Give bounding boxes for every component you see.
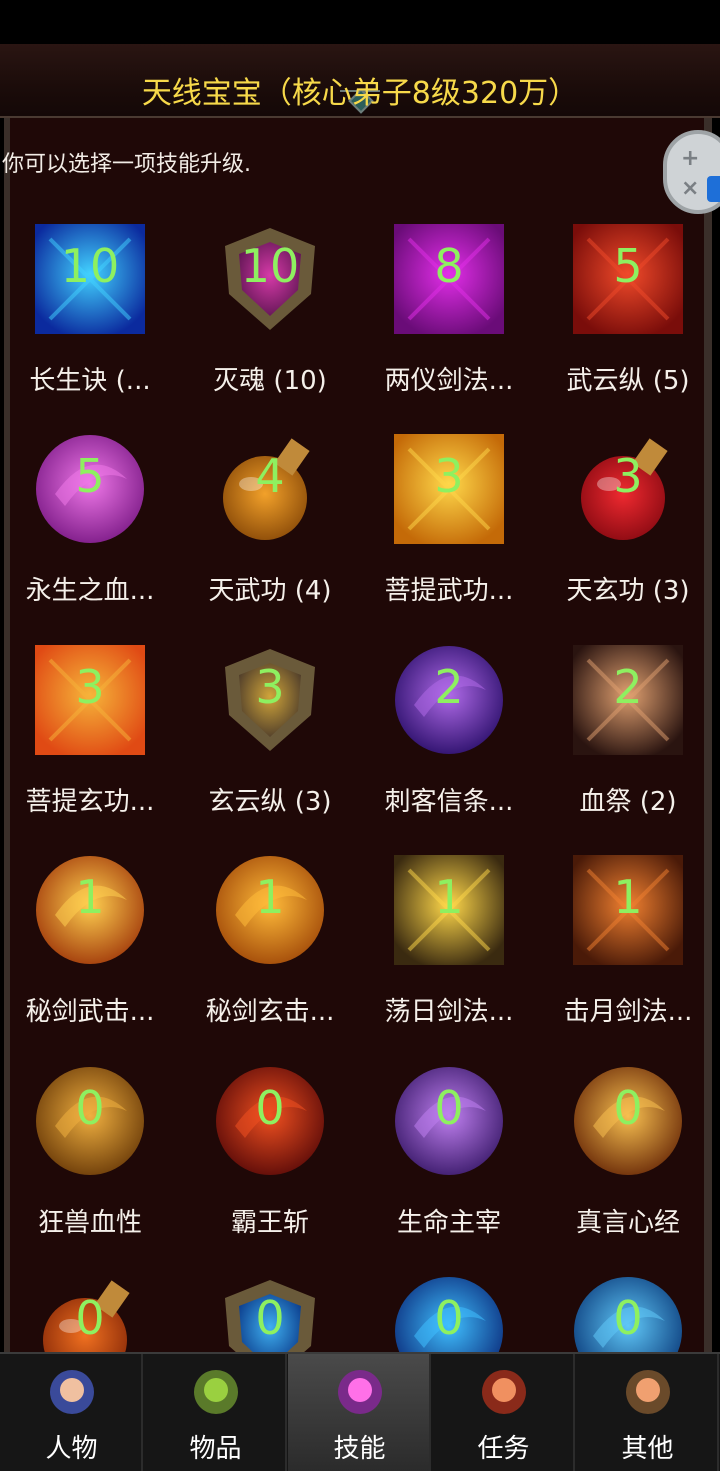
skill-level: 4 — [255, 449, 285, 503]
skill-level: 10 — [60, 239, 120, 293]
bottom-tab-bar: 人物 物品 技能 任务 其他 — [0, 1352, 720, 1471]
skill-slot[interactable]: 3 玄云纵 (3) — [180, 645, 360, 855]
skill-name: 击月剑法... — [563, 997, 693, 1027]
skill-level: 0 — [255, 1081, 285, 1135]
skill-level: 3 — [255, 660, 285, 714]
skill-level: 0 — [434, 1291, 464, 1345]
skill-name: 玄云纵 (3) — [208, 787, 332, 817]
skill-slot[interactable]: 3 菩提武功... — [359, 434, 539, 644]
tab-label: 人物 — [45, 1434, 98, 1464]
skill-name: 血祭 (2) — [579, 787, 677, 817]
skill-slot[interactable]: 0 霸王斩 — [180, 1066, 360, 1276]
skill-name: 秘剑玄击... — [205, 997, 335, 1027]
skill-slot[interactable]: 1 秘剑玄击... — [180, 855, 360, 1065]
upgrade-hint: 你可以选择一项技能升级. — [2, 152, 251, 177]
skill-level: 0 — [255, 1291, 285, 1345]
skill-slot[interactable]: 4 天武功 (4) — [180, 434, 360, 644]
page-title: 天线宝宝（核心弟子8级320万） — [141, 76, 579, 111]
tab-label: 其他 — [621, 1434, 674, 1464]
floating-zoom-button[interactable]: + × — [663, 130, 720, 214]
tab-0[interactable]: 人物 — [0, 1354, 143, 1471]
skill-level: 0 — [434, 1081, 464, 1135]
skill-level: 1 — [434, 870, 464, 924]
skill-level: 2 — [434, 660, 464, 714]
skill-slot[interactable]: 0 — [538, 1276, 718, 1352]
quest-scroll-icon — [478, 1362, 530, 1424]
skill-orb-icon — [334, 1362, 386, 1424]
skill-name: 永生之血... — [25, 576, 155, 606]
skill-slot[interactable]: 5 永生之血... — [0, 434, 180, 644]
skill-slot[interactable]: 0 — [359, 1276, 539, 1352]
skill-name: 天玄功 (3) — [566, 576, 690, 606]
skill-level: 2 — [613, 660, 643, 714]
skill-slot[interactable]: 5 武云纵 (5) — [538, 224, 718, 434]
skill-name: 霸王斩 — [230, 1208, 309, 1238]
skill-name: 天武功 (4) — [208, 576, 332, 606]
skill-slot[interactable]: 10 长生诀 (... — [0, 224, 180, 434]
skill-slot[interactable]: 0 生命主宰 — [359, 1066, 539, 1276]
skill-level: 3 — [613, 449, 643, 503]
skill-name: 刺客信条... — [384, 787, 514, 817]
skill-level: 5 — [75, 449, 105, 503]
skill-level: 10 — [240, 239, 300, 293]
skill-slot[interactable]: 1 荡日剑法... — [359, 855, 539, 1065]
tools-icon — [622, 1362, 674, 1424]
skill-name: 菩提玄功... — [25, 787, 155, 817]
skill-name: 长生诀 (... — [29, 366, 151, 396]
skill-level: 1 — [75, 870, 105, 924]
skill-slot[interactable]: 10 灭魂 (10) — [180, 224, 360, 434]
skill-name: 荡日剑法... — [384, 997, 514, 1027]
skill-name: 菩提武功... — [384, 576, 514, 606]
close-icon: × — [681, 176, 700, 201]
character-icon — [46, 1362, 98, 1424]
tab-1[interactable]: 物品 — [144, 1354, 287, 1471]
tab-3[interactable]: 任务 — [432, 1354, 575, 1471]
skill-name: 两仪剑法... — [384, 366, 514, 396]
skill-name: 生命主宰 — [396, 1208, 501, 1238]
skill-level: 0 — [75, 1291, 105, 1345]
skill-slot[interactable]: 1 击月剑法... — [538, 855, 718, 1065]
skill-slot[interactable]: 3 菩提玄功... — [0, 645, 180, 855]
skill-slot[interactable]: 0 — [0, 1276, 180, 1352]
tab-label: 技能 — [333, 1434, 386, 1464]
skill-level: 1 — [255, 870, 285, 924]
tab-2[interactable]: 技能 — [288, 1354, 431, 1471]
skill-name: 秘剑武击... — [25, 997, 155, 1027]
skill-slot[interactable]: 0 狂兽血性 — [0, 1066, 180, 1276]
skill-slot[interactable]: 0 — [180, 1276, 360, 1352]
skill-level: 8 — [434, 239, 464, 293]
skill-level: 5 — [613, 239, 643, 293]
skill-slot[interactable]: 3 天玄功 (3) — [538, 434, 718, 644]
skill-name: 武云纵 (5) — [566, 366, 690, 396]
tab-label: 任务 — [477, 1434, 530, 1464]
app-badge-icon — [707, 176, 720, 202]
skill-name: 灭魂 (10) — [213, 366, 327, 396]
skill-level: 3 — [75, 660, 105, 714]
skill-level: 0 — [613, 1291, 643, 1345]
skill-name: 狂兽血性 — [37, 1208, 142, 1238]
skill-level: 0 — [613, 1081, 643, 1135]
tab-label: 物品 — [189, 1434, 242, 1464]
tab-4[interactable]: 其他 — [576, 1354, 719, 1471]
skill-slot[interactable]: 2 血祭 (2) — [538, 645, 718, 855]
skill-name: 真言心经 — [575, 1208, 680, 1238]
potion-bag-icon — [190, 1362, 242, 1424]
skill-slot[interactable]: 0 真言心经 — [538, 1066, 718, 1276]
skill-level: 3 — [434, 449, 464, 503]
plus-icon: + — [681, 146, 700, 171]
skill-slot[interactable]: 2 刺客信条... — [359, 645, 539, 855]
skill-level: 1 — [613, 870, 643, 924]
skill-slot[interactable]: 1 秘剑武击... — [0, 855, 180, 1065]
skill-slot[interactable]: 8 两仪剑法... — [359, 224, 539, 434]
status-bar — [0, 0, 720, 44]
skill-level: 0 — [75, 1081, 105, 1135]
